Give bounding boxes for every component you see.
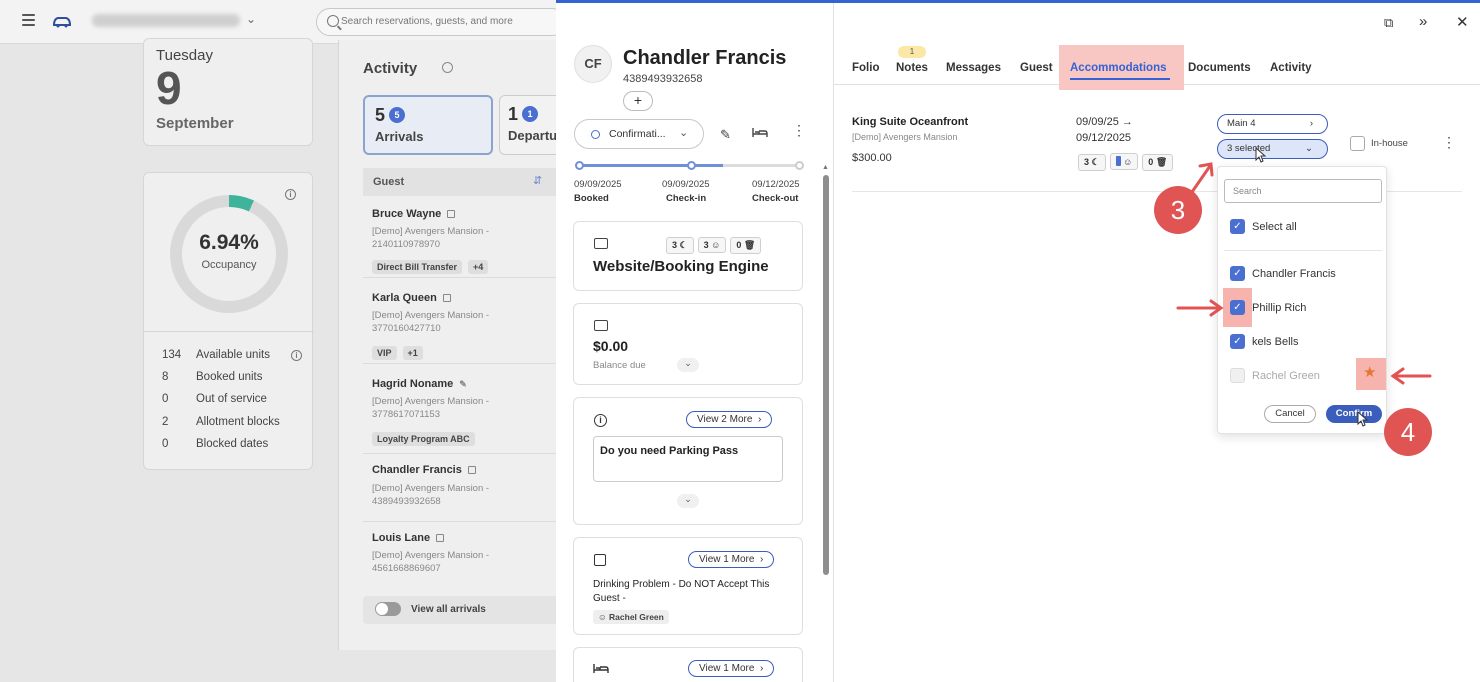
count-badge: 5 bbox=[389, 107, 406, 123]
tag: Loyalty Program ABC bbox=[372, 432, 475, 446]
day-number: 9 bbox=[156, 62, 182, 114]
stat-row: 134 Available units bbox=[162, 349, 270, 361]
chevron-down-icon[interactable]: ⌄ bbox=[246, 12, 256, 26]
car-logo-icon[interactable] bbox=[52, 14, 72, 28]
hamburger-menu-icon[interactable] bbox=[22, 14, 35, 26]
property-selector[interactable] bbox=[92, 14, 240, 27]
occupancy-card: i 6.94% Occupancy 134 Available units i 8… bbox=[143, 172, 314, 470]
tag: VIP bbox=[372, 346, 397, 360]
search-icon bbox=[327, 15, 339, 27]
guest-row[interactable]: Karla Queen [Demo] Avengers Mansion -377… bbox=[363, 284, 563, 364]
stat-row: 0 Out of service bbox=[162, 393, 267, 405]
guest-column-header[interactable]: Guest ⇵ bbox=[363, 168, 563, 196]
guest-row[interactable]: Bruce Wayne [Demo] Avengers Mansion -214… bbox=[363, 200, 563, 278]
occupancy-value: 6.94% bbox=[199, 231, 259, 254]
annotation-arrows bbox=[1176, 146, 1432, 427]
stat-row: 8 Booked units bbox=[162, 371, 263, 383]
month: September bbox=[156, 115, 234, 132]
info-icon[interactable]: i bbox=[285, 189, 296, 200]
calendar-icon bbox=[442, 294, 451, 302]
toggle-switch[interactable] bbox=[375, 602, 401, 616]
calendar-icon bbox=[447, 210, 456, 218]
tag: +4 bbox=[468, 260, 489, 274]
stat-row: 0 Blocked dates bbox=[162, 438, 269, 450]
stat-row: 2 Allotment blocks bbox=[162, 416, 280, 428]
global-search-input[interactable]: Search reservations, guests, and more bbox=[316, 8, 566, 36]
search-placeholder: Search reservations, guests, and more bbox=[341, 16, 513, 27]
search-icon[interactable] bbox=[442, 62, 453, 73]
tag: +1 bbox=[402, 346, 423, 360]
person-edit-icon: ✎ bbox=[459, 379, 467, 389]
count-badge: 1 bbox=[522, 106, 539, 122]
sort-icon[interactable]: ⇵ bbox=[533, 174, 542, 187]
reservation-drawer: CF Chandler Francis 4389493932658 + Conf… bbox=[556, 0, 1480, 682]
guest-row[interactable]: Louis Lane [Demo] Avengers Mansion -4561… bbox=[363, 526, 563, 586]
activity-panel: Activity 55 Arrivals 11 Departu Guest ⇵ … bbox=[338, 40, 579, 650]
info-icon[interactable]: i bbox=[291, 350, 302, 361]
calendar-icon bbox=[467, 466, 476, 474]
calendar-icon bbox=[436, 534, 445, 542]
guest-row[interactable]: Hagrid Noname ✎ [Demo] Avengers Mansion -… bbox=[363, 370, 563, 454]
view-all-arrivals[interactable]: View all arrivals bbox=[363, 596, 563, 624]
tag: Direct Bill Transfer bbox=[372, 260, 463, 274]
activity-title: Activity bbox=[363, 60, 418, 77]
guest-row[interactable]: Chandler Francis [Demo] Avengers Mansion… bbox=[363, 458, 563, 522]
date-card: Tuesday 9 September bbox=[143, 38, 313, 146]
occupancy-label: Occupancy bbox=[201, 259, 257, 271]
arrivals-tab[interactable]: 55 Arrivals bbox=[363, 95, 493, 155]
